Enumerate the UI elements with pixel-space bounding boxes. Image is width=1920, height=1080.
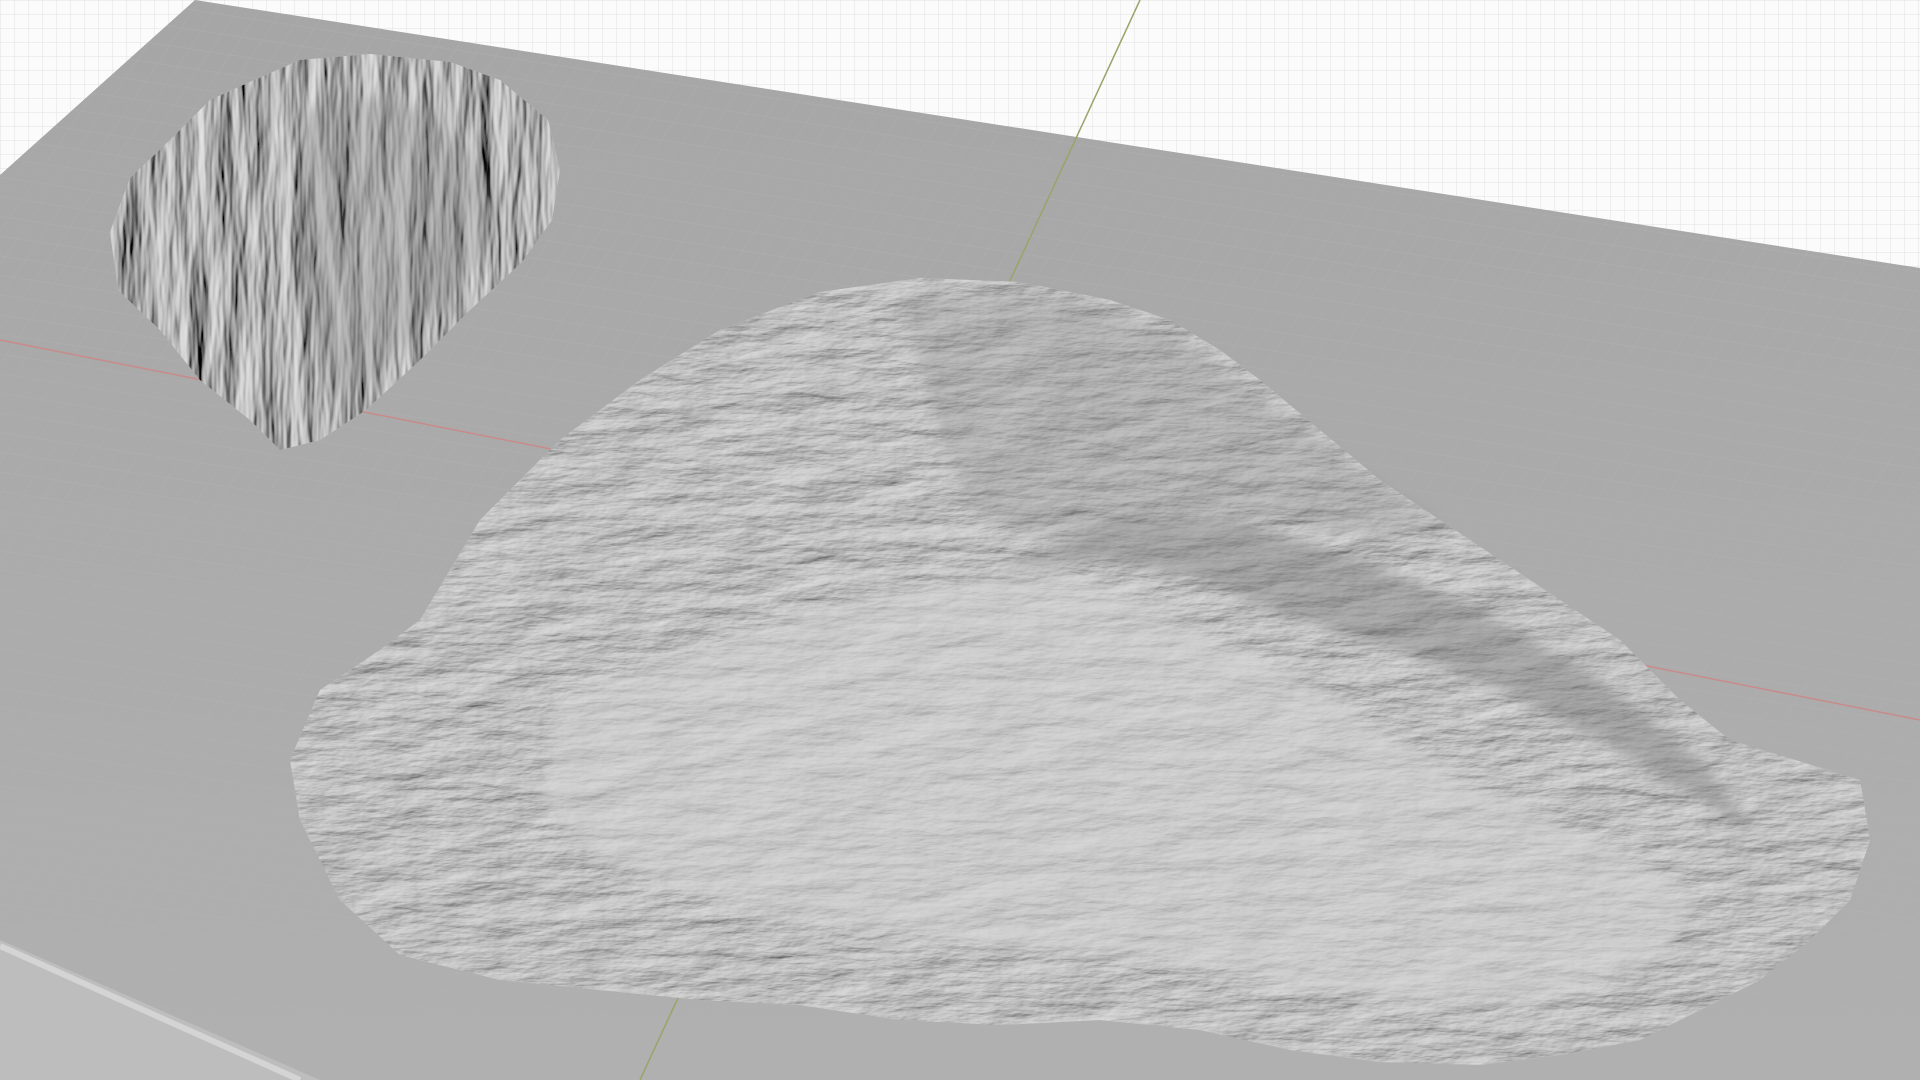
viewport-canvas[interactable]	[0, 0, 1920, 1080]
3d-viewport[interactable]	[0, 0, 1920, 1080]
